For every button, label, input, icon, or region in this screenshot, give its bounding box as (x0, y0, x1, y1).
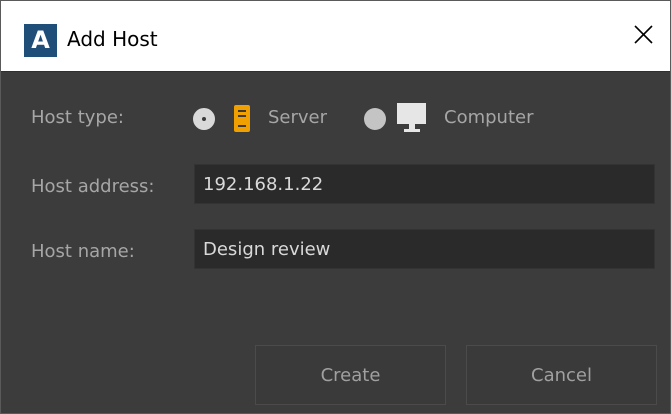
host-name-label: Host name: (31, 241, 135, 262)
create-button[interactable]: Create (255, 345, 446, 405)
close-button[interactable] (625, 17, 661, 53)
host-name-field (194, 229, 655, 269)
monitor-icon (397, 103, 426, 132)
server-icon (234, 105, 250, 132)
dialog-title: Add Host (67, 27, 158, 51)
add-host-dialog: A Add Host Host type: Server Computer Ho… (0, 0, 671, 414)
host-type-label: Host type: (31, 107, 124, 128)
close-icon (634, 25, 653, 44)
host-type-computer-radio[interactable] (364, 108, 386, 130)
host-address-field (194, 164, 655, 204)
host-type-server-radio[interactable] (193, 108, 215, 130)
cancel-button[interactable]: Cancel (466, 345, 657, 405)
host-address-input[interactable] (195, 165, 654, 203)
app-logo-icon: A (24, 24, 57, 57)
host-name-input[interactable] (195, 230, 654, 268)
title-bar[interactable]: A Add Host (1, 1, 670, 72)
host-type-computer-label[interactable]: Computer (444, 107, 533, 128)
app-logo-letter: A (31, 26, 50, 54)
host-address-label: Host address: (31, 176, 155, 197)
host-type-server-label[interactable]: Server (268, 107, 327, 128)
